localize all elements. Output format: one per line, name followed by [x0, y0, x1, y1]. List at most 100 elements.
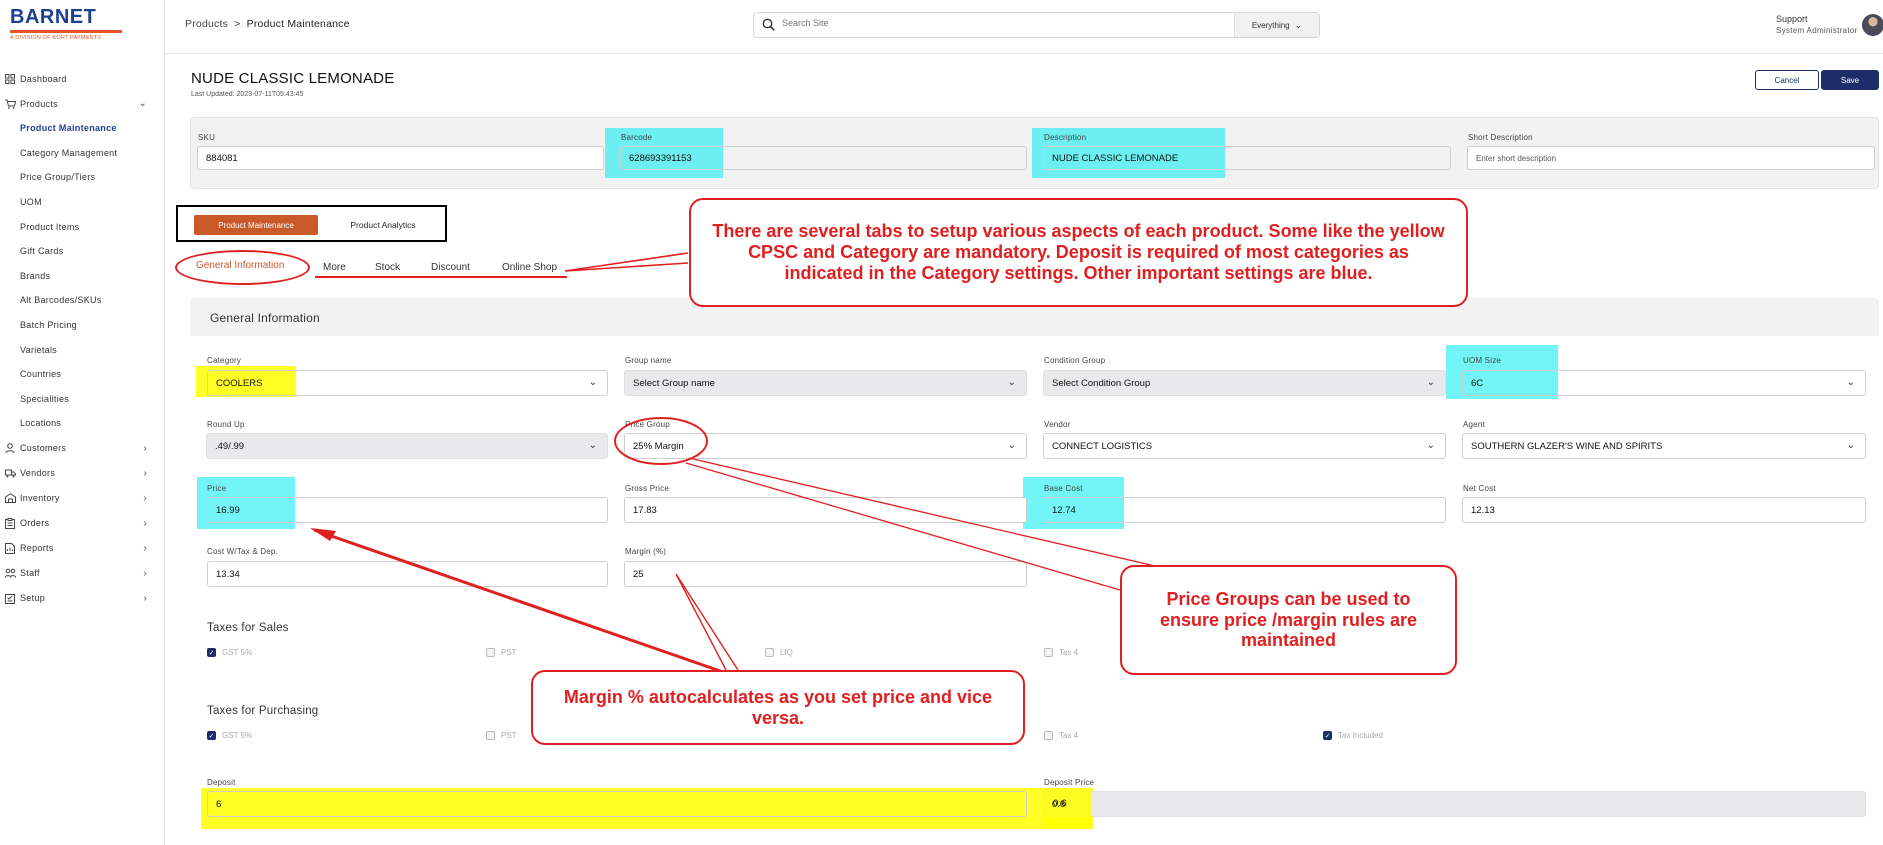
sidebar-item-staff[interactable]: Staff ›: [0, 561, 165, 586]
logo-underline: [10, 30, 122, 33]
sidebar-item-products[interactable]: Products ⌄: [0, 91, 165, 116]
agent-select[interactable]: SOUTHERN GLAZER'S WINE AND SPIRITS ⌄: [1462, 433, 1866, 459]
search-icon[interactable]: [762, 18, 775, 36]
condition-group-select[interactable]: Select Condition Group ⌄: [1043, 370, 1446, 396]
sidebar-sub-brands[interactable]: Brands: [0, 264, 165, 289]
avatar[interactable]: [1862, 14, 1883, 36]
sidebar-item-setup[interactable]: Setup ›: [0, 586, 165, 611]
group-name-select[interactable]: Select Group name ⌄: [624, 370, 1027, 396]
deposit-field[interactable]: 6: [207, 791, 1027, 817]
gross-price-label: Gross Price: [625, 484, 669, 493]
sidebar-item-orders[interactable]: Orders ›: [0, 511, 165, 536]
description-field[interactable]: NUDE CLASSIC LEMONADE: [1043, 146, 1451, 170]
uom-size-select[interactable]: 6C ⌄: [1462, 370, 1866, 396]
chevron-right-icon: ›: [143, 517, 147, 529]
margin-label: Margin (%): [625, 547, 667, 556]
chevron-down-icon: ⌄: [1426, 377, 1435, 388]
checkbox-label: Tax 4: [1059, 648, 1079, 657]
sidebar-sub-product-items[interactable]: Product Items: [0, 214, 165, 239]
sales-tax-pst-checkbox[interactable]: PST: [486, 648, 517, 657]
base-cost-field[interactable]: 12.74: [1043, 497, 1446, 523]
barcode-label: Barcode: [621, 133, 653, 142]
save-button[interactable]: Save: [1821, 70, 1879, 90]
tab-stock[interactable]: Stock: [375, 262, 400, 273]
category-value: COOLERS: [216, 377, 263, 389]
cost-tax-dep-field[interactable]: 13.34: [207, 561, 608, 587]
breadcrumb-current: Product Maintenance: [246, 18, 350, 30]
barnet-logo[interactable]: BARNET A DIVISION OF KORT PAYMENTS: [10, 6, 122, 41]
description-label: Description: [1044, 133, 1087, 142]
sidebar-sub-specialities[interactable]: Specialities: [0, 387, 165, 412]
purchase-tax-pst-checkbox[interactable]: PST: [486, 731, 517, 740]
deposit-price-value: 0.6: [1052, 798, 1066, 810]
logo-tagline: A DIVISION OF KORT PAYMENTS: [10, 35, 102, 41]
category-select[interactable]: COOLERS ⌄: [207, 370, 608, 396]
price-label: Price: [207, 484, 227, 493]
agent-label: Agent: [1463, 420, 1485, 429]
sidebar-item-inventory[interactable]: Inventory ›: [0, 486, 165, 511]
user-menu[interactable]: Support System Administrator: [1776, 14, 1858, 35]
sidebar-sub-locations[interactable]: Locations: [0, 411, 165, 436]
tab-more[interactable]: More: [323, 262, 346, 273]
sidebar-item-vendors[interactable]: Vendors ›: [0, 461, 165, 486]
net-cost-field[interactable]: 12.13: [1462, 497, 1866, 523]
sidebar-item-customers[interactable]: Customers ›: [0, 436, 165, 461]
sidebar-item-dashboard[interactable]: Dashboard: [0, 66, 165, 91]
grid-icon: [4, 73, 16, 85]
checkbox-label: GST 5%: [222, 648, 253, 657]
search-input[interactable]: [782, 18, 1182, 28]
sidebar-nav: Dashboard Products ⌄ Product Maintenance…: [0, 66, 165, 611]
uom-size-value: 6C: [1471, 377, 1484, 389]
base-cost-label: Base Cost: [1044, 484, 1083, 493]
tab-product-maintenance[interactable]: Product Maintenance: [194, 215, 318, 235]
purchase-tax-included-checkbox[interactable]: ✓ Tax Included: [1323, 731, 1383, 740]
tab-product-analytics[interactable]: Product Analytics: [333, 215, 433, 235]
short-description-label: Short Description: [1468, 133, 1533, 142]
tab-online-shop[interactable]: Online Shop: [502, 262, 557, 273]
truck-icon: [4, 467, 16, 479]
barcode-field[interactable]: 628693391153: [620, 146, 1027, 170]
tabs-annotation-callout: There are several tabs to setup various …: [689, 198, 1468, 307]
sidebar-sub-batch-pricing[interactable]: Batch Pricing: [0, 313, 165, 338]
sidebar-sub-uom[interactable]: UOM: [0, 190, 165, 215]
category-label: Category: [207, 356, 242, 365]
purchase-tax-gst-checkbox[interactable]: ✓ GST 5%: [207, 731, 252, 740]
taxes-sales-title: Taxes for Sales: [207, 622, 289, 634]
sidebar-sub-gift-cards[interactable]: Gift Cards: [0, 239, 165, 264]
short-description-field[interactable]: Enter short description: [1467, 146, 1875, 170]
cancel-button[interactable]: Cancel: [1755, 70, 1819, 90]
purchase-tax-4-checkbox[interactable]: Tax 4: [1044, 731, 1078, 740]
gross-price-field[interactable]: 17.83: [624, 497, 1027, 523]
group-name-value: Select Group name: [633, 377, 715, 389]
chevron-down-icon: ⌄: [1007, 440, 1016, 451]
chevron-down-icon: ⌄: [1007, 377, 1016, 388]
price-group-annotation-callout: Price Groups can be used to ensure price…: [1120, 565, 1457, 675]
price-group-select[interactable]: 25% Margin ⌄: [624, 433, 1027, 459]
checkbox-label: Tax 4: [1059, 731, 1079, 740]
sales-tax-liq-checkbox[interactable]: LIQ: [765, 648, 793, 657]
breadcrumb-products[interactable]: Products: [185, 18, 228, 30]
sales-tax-gst-checkbox[interactable]: ✓ GST 5%: [207, 648, 252, 657]
sidebar-sub-price-group-tiers[interactable]: Price Group/Tiers: [0, 165, 165, 190]
sales-tax-4-checkbox[interactable]: Tax 4: [1044, 648, 1078, 657]
cost-tax-dep-label: Cost W/Tax & Dep.: [207, 547, 278, 556]
checkmark-icon: ✓: [1323, 731, 1332, 740]
sidebar-sub-countries[interactable]: Countries: [0, 362, 165, 387]
sidebar-item-label: Staff: [20, 568, 40, 579]
sidebar-sub-alt-barcodes[interactable]: Alt Barcodes/SKUs: [0, 288, 165, 313]
sidebar-sub-product-maintenance[interactable]: Product Maintenance: [0, 116, 165, 141]
staff-icon: [4, 567, 16, 579]
checkbox-box: [486, 731, 495, 740]
sku-field[interactable]: 884081: [197, 146, 604, 170]
price-field[interactable]: 16.99: [207, 497, 608, 523]
tab-discount[interactable]: Discount: [431, 262, 470, 273]
checkbox-label: PST: [501, 648, 517, 657]
round-up-select[interactable]: .49/.99 ⌄: [206, 433, 608, 459]
sidebar-item-reports[interactable]: Reports ›: [0, 536, 165, 561]
person-icon: [4, 442, 16, 454]
search-scope-dropdown[interactable]: Everything ⌄: [1234, 13, 1319, 37]
sidebar-sub-category-management[interactable]: Category Management: [0, 141, 165, 166]
margin-field[interactable]: 25: [624, 561, 1027, 587]
vendor-select[interactable]: CONNECT LOGISTICS ⌄: [1043, 433, 1446, 459]
sidebar-sub-varietals[interactable]: Varietals: [0, 337, 165, 362]
